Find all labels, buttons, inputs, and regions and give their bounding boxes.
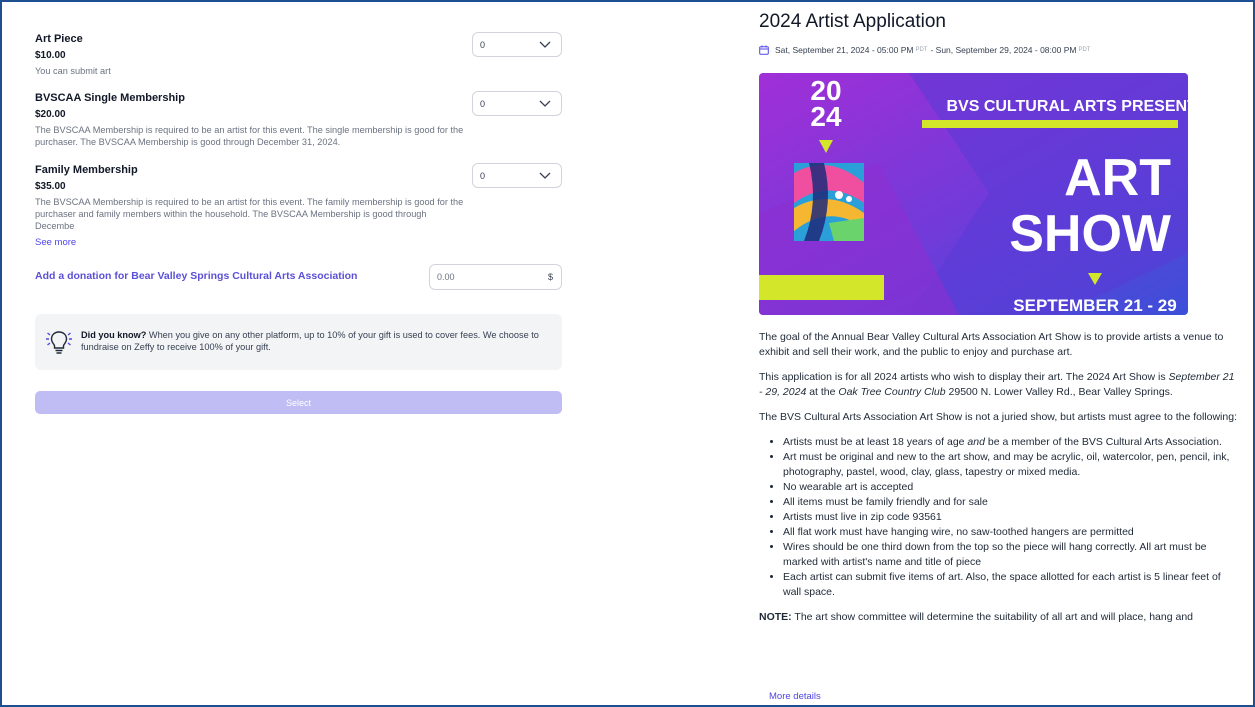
quantity-value: 0 — [480, 170, 486, 181]
quantity-value: 0 — [480, 39, 486, 50]
ticket-family-membership: Family Membership $35.00 The BVSCAA Memb… — [35, 163, 562, 250]
ticket-description: The BVSCAA Membership is required to be … — [35, 125, 464, 147]
banner-presents: BVS CULTURAL ARTS PRESENTS — [946, 98, 1188, 115]
ticket-description: The BVSCAA Membership is required to be … — [35, 197, 464, 231]
ticket-single-membership: BVSCAA Single Membership $20.00 The BVSC… — [35, 91, 562, 148]
banner-line2: SHOW — [1009, 205, 1172, 263]
donation-row: Add a donation for Bear Valley Springs C… — [35, 264, 562, 290]
banner-stripe — [922, 120, 1178, 128]
rule1-a: Artists must be at least 18 years of age — [783, 436, 968, 448]
currency-symbol: $ — [547, 272, 553, 282]
fee-info-box: Did you know? When you give on any other… — [35, 314, 562, 370]
calendar-icon — [759, 45, 769, 55]
description-intro: The goal of the Annual Bear Valley Cultu… — [759, 331, 1224, 358]
chevron-down-icon — [539, 100, 551, 107]
donation-placeholder: 0.00 — [437, 272, 455, 282]
note-label: NOTE: — [759, 611, 792, 623]
description-application: This application is for all 2024 artists… — [759, 370, 1237, 400]
select-button[interactable]: Select — [35, 391, 562, 414]
event-date-range: Sat, September 21, 2024 - 05:00 PM PDT -… — [759, 45, 1093, 55]
rule-item: Artists must live in zip code 93561 — [783, 510, 1237, 525]
fee-info-text: Did you know? When you give on any other… — [81, 329, 556, 353]
para2-b: at the — [806, 386, 839, 398]
para2-c: 29500 N. Lower Valley Rd., Bear Valley S… — [945, 386, 1173, 398]
banner-dates: SEPTEMBER 21 - 29 — [1013, 296, 1176, 315]
app-frame: Art Piece $10.00 You can submit art 0 BV… — [0, 0, 1255, 707]
lightbulb-icon — [46, 331, 72, 354]
event-end-timezone: PDT — [1078, 47, 1091, 53]
event-details-panel: 2024 Artist Application Sat, September 2… — [749, 2, 1245, 705]
rule-item: Wires should be one third down from the … — [783, 540, 1237, 570]
event-description: The goal of the Annual Bear Valley Cultu… — [759, 330, 1237, 635]
event-end: - Sun, September 29, 2024 - 08:00 PM — [930, 45, 1077, 55]
ticket-art-piece: Art Piece $10.00 You can submit art 0 — [35, 32, 562, 77]
fee-info-body: When you give on any other platform, up … — [81, 330, 539, 352]
description-fade — [749, 670, 1245, 698]
event-banner-image: 20 24 BVS CULTURAL ARTS PRESENTS ART SHO… — [759, 73, 1188, 315]
description-note: NOTE: The art show committee will determ… — [759, 610, 1237, 625]
quantity-value: 0 — [480, 98, 486, 109]
banner-block — [759, 275, 884, 300]
rule1-b: be a member of the BVS Cultural Arts Ass… — [984, 436, 1222, 448]
description-rules-intro: The BVS Cultural Arts Association Art Sh… — [759, 411, 1237, 423]
rule-item: All items must be family friendly and fo… — [783, 495, 1237, 510]
chevron-down-icon — [539, 41, 551, 48]
para2-venue: Oak Tree Country Club — [838, 386, 946, 398]
fee-info-heading: Did you know? — [81, 330, 147, 340]
banner-abstract-art — [794, 163, 864, 241]
donation-label: Add a donation for Bear Valley Springs C… — [35, 270, 358, 282]
event-title: 2024 Artist Application — [759, 11, 946, 32]
event-start-timezone: PDT — [915, 47, 928, 53]
ticket-description: You can submit art — [35, 66, 111, 76]
para2-a: This application is for all 2024 artists… — [759, 371, 1169, 383]
donation-amount-input[interactable]: 0.00 $ — [429, 264, 562, 290]
rules-list: Artists must be at least 18 years of age… — [783, 435, 1237, 600]
banner-year-bottom: 24 — [810, 101, 842, 132]
rule1-em: and — [967, 436, 985, 448]
quantity-select-family-membership[interactable]: 0 — [472, 163, 562, 188]
rule-item: Art must be original and new to the art … — [783, 450, 1237, 480]
quantity-select-art-piece[interactable]: 0 — [472, 32, 562, 57]
see-more-link[interactable]: See more — [35, 237, 76, 248]
rule-item: Artists must be at least 18 years of age… — [783, 435, 1237, 450]
quantity-select-single-membership[interactable]: 0 — [472, 91, 562, 116]
rule-item: Each artist can submit five items of art… — [783, 570, 1237, 600]
chevron-down-icon — [539, 172, 551, 179]
note-text: The art show committee will determine th… — [791, 611, 1194, 623]
more-details-link[interactable]: More details — [769, 691, 821, 702]
rule-item: All flat work must have hanging wire, no… — [783, 525, 1237, 540]
rule-item: No wearable art is accepted — [783, 480, 1237, 495]
ticket-panel: Art Piece $10.00 You can submit art 0 BV… — [35, 2, 562, 705]
event-start: Sat, September 21, 2024 - 05:00 PM — [775, 45, 914, 55]
banner-line1: ART — [1064, 149, 1171, 207]
